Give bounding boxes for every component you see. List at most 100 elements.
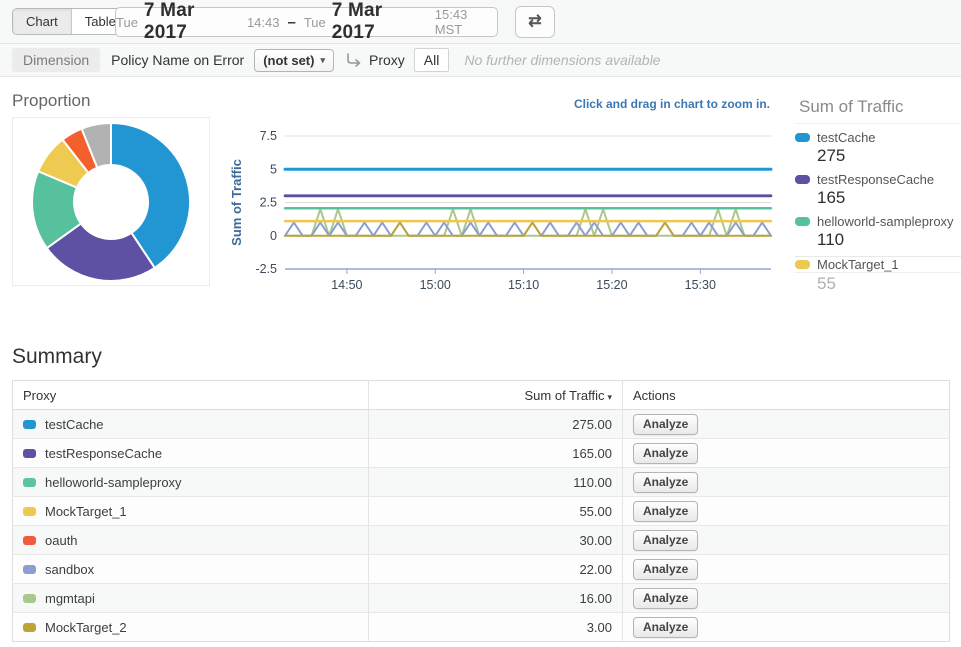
dimension-value-dropdown[interactable]: (not set) ▾ [254, 49, 334, 72]
actions-cell: Analyze [623, 468, 950, 497]
legend-series-name: MockTarget_1 [817, 257, 899, 272]
proxy-color-swatch [23, 565, 36, 574]
start-day: Tue [116, 15, 138, 30]
end-time: 15:43 MST [435, 7, 497, 37]
table-row: testCache275.00Analyze [13, 410, 950, 439]
chart-view-button[interactable]: Chart [13, 9, 71, 34]
traffic-cell: 110.00 [369, 468, 623, 497]
y-tick-label: 5 [270, 162, 277, 176]
y-tick-label: 2.5 [260, 196, 277, 210]
x-tick-label: 15:20 [596, 278, 627, 292]
date-range-picker[interactable]: Tue 7 Mar 2017 14:43 – Tue 7 Mar 2017 15… [115, 7, 498, 37]
table-row: helloworld-sampleproxy110.00 Analyze [13, 468, 950, 497]
actions-cell: Analyze [623, 526, 950, 555]
legend-title: Sum of Traffic [795, 95, 961, 124]
table-row: sandbox22.00 Analyze [13, 555, 950, 584]
legend-series-value: 165 [817, 188, 961, 208]
column-header-proxy[interactable]: Proxy [13, 381, 369, 410]
end-day: Tue [304, 15, 326, 30]
analyze-button[interactable]: Analyze [633, 472, 698, 493]
column-header-traffic[interactable]: Sum of Traffic▾ [369, 381, 623, 410]
traffic-cell: 22.00 [369, 555, 623, 584]
sublevel-arrow-icon [345, 53, 362, 68]
legend-items: testCache275 testResponseCache165 hellowor… [795, 130, 961, 294]
proxy-color-swatch [23, 420, 36, 429]
proportion-donut-card [12, 117, 210, 286]
actions-cell: Analyze [623, 555, 950, 584]
actions-cell: Analyze [623, 410, 950, 439]
no-dimensions-hint: No further dimensions available [464, 52, 660, 68]
chart-legend: Sum of Traffic testCache275 testResponseC… [795, 95, 961, 294]
actions-cell: Analyze [623, 497, 950, 526]
table-row: testResponseCache165.00 Analyze [13, 439, 950, 468]
chevron-down-icon: ▾ [320, 55, 325, 66]
legend-item[interactable]: testResponseCache165 [795, 172, 961, 208]
traffic-line-chart[interactable]: 7.552.50-2.5Sum of Traffic14:5015:0015:1… [228, 111, 776, 303]
y-axis-title: Sum of Traffic [229, 159, 244, 246]
y-tick-label: 7.5 [260, 129, 277, 143]
proxy-color-swatch [23, 449, 36, 458]
table-row: oauth30.00Analyze [13, 526, 950, 555]
actions-cell: Analyze [623, 439, 950, 468]
proxy-cell: testResponseCache [13, 439, 369, 468]
refresh-icon: ⇄ [528, 13, 541, 30]
proxy-cell: mgmtapi [13, 584, 369, 613]
legend-series-value: 55 [817, 274, 961, 294]
date-separator: – [288, 14, 296, 31]
series-color-swatch [795, 175, 810, 184]
table-row: MockTarget_155.00 Analyze [13, 497, 950, 526]
legend-item[interactable]: helloworld-sampleproxy110 [795, 214, 961, 250]
proxy-cell: MockTarget_1 [13, 497, 369, 526]
summary-table: Proxy Sum of Traffic▾ Actions testCache2… [12, 380, 950, 642]
end-date: 7 Mar 2017 [332, 0, 429, 44]
series-color-swatch [795, 260, 810, 269]
analyze-button[interactable]: Analyze [633, 588, 698, 609]
actions-cell: Analyze [623, 613, 950, 642]
proxy-color-swatch [23, 594, 36, 603]
x-tick-label: 15:10 [508, 278, 539, 292]
proxy-cell: oauth [13, 526, 369, 555]
x-tick-label: 15:00 [420, 278, 451, 292]
traffic-cell: 55.00 [369, 497, 623, 526]
table-row: mgmtapi16.00Analyze [13, 584, 950, 613]
proxy-dimension-label: Proxy [369, 52, 405, 68]
legend-series-name: testCache [817, 130, 876, 145]
analyze-button[interactable]: Analyze [633, 443, 698, 464]
start-date: 7 Mar 2017 [144, 0, 241, 44]
zoom-hint-text: Click and drag in chart to zoom in. [574, 97, 770, 111]
refresh-button[interactable]: ⇄ [515, 6, 555, 38]
analyze-button[interactable]: Analyze [633, 617, 698, 638]
legend-item[interactable]: testCache275 [795, 130, 961, 166]
series-color-swatch [795, 217, 810, 226]
summary-section: Summary Proxy Sum of Traffic▾ Actions te… [0, 333, 961, 642]
proxy-cell: helloworld-sampleproxy [13, 468, 369, 497]
proxy-cell: sandbox [13, 555, 369, 584]
legend-item[interactable]: MockTarget_1 55 [795, 256, 961, 294]
analyze-button[interactable]: Analyze [633, 501, 698, 522]
legend-series-name: helloworld-sampleproxy [817, 214, 954, 229]
series-color-swatch [795, 133, 810, 142]
dimension-chip: Dimension [12, 48, 100, 72]
proportion-donut-chart[interactable] [30, 121, 192, 283]
toolbar: Chart Table Tue 7 Mar 2017 14:43 – Tue 7… [0, 0, 961, 44]
start-time: 14:43 [247, 15, 280, 30]
actions-cell: Analyze [623, 584, 950, 613]
table-row: MockTarget_23.00 Analyze [13, 613, 950, 642]
proxy-cell: MockTarget_2 [13, 613, 369, 642]
legend-series-value: 110 [817, 230, 961, 250]
dimension-bar: Dimension Policy Name on Error (not set)… [0, 44, 961, 77]
dimension-name: Policy Name on Error [111, 52, 244, 68]
sort-descending-icon: ▾ [607, 392, 612, 402]
analyze-button[interactable]: Analyze [633, 559, 698, 580]
proxy-color-swatch [23, 536, 36, 545]
proxy-all-button[interactable]: All [414, 48, 450, 72]
analyze-button[interactable]: Analyze [633, 530, 698, 551]
analyze-button[interactable]: Analyze [633, 414, 698, 435]
y-tick-label: 0 [270, 229, 277, 243]
x-tick-label: 15:30 [685, 278, 716, 292]
traffic-cell: 165.00 [369, 439, 623, 468]
legend-series-name: testResponseCache [817, 172, 934, 187]
view-toggle: Chart Table [12, 8, 130, 35]
traffic-cell: 3.00 [369, 613, 623, 642]
y-tick-label: -2.5 [255, 262, 277, 276]
